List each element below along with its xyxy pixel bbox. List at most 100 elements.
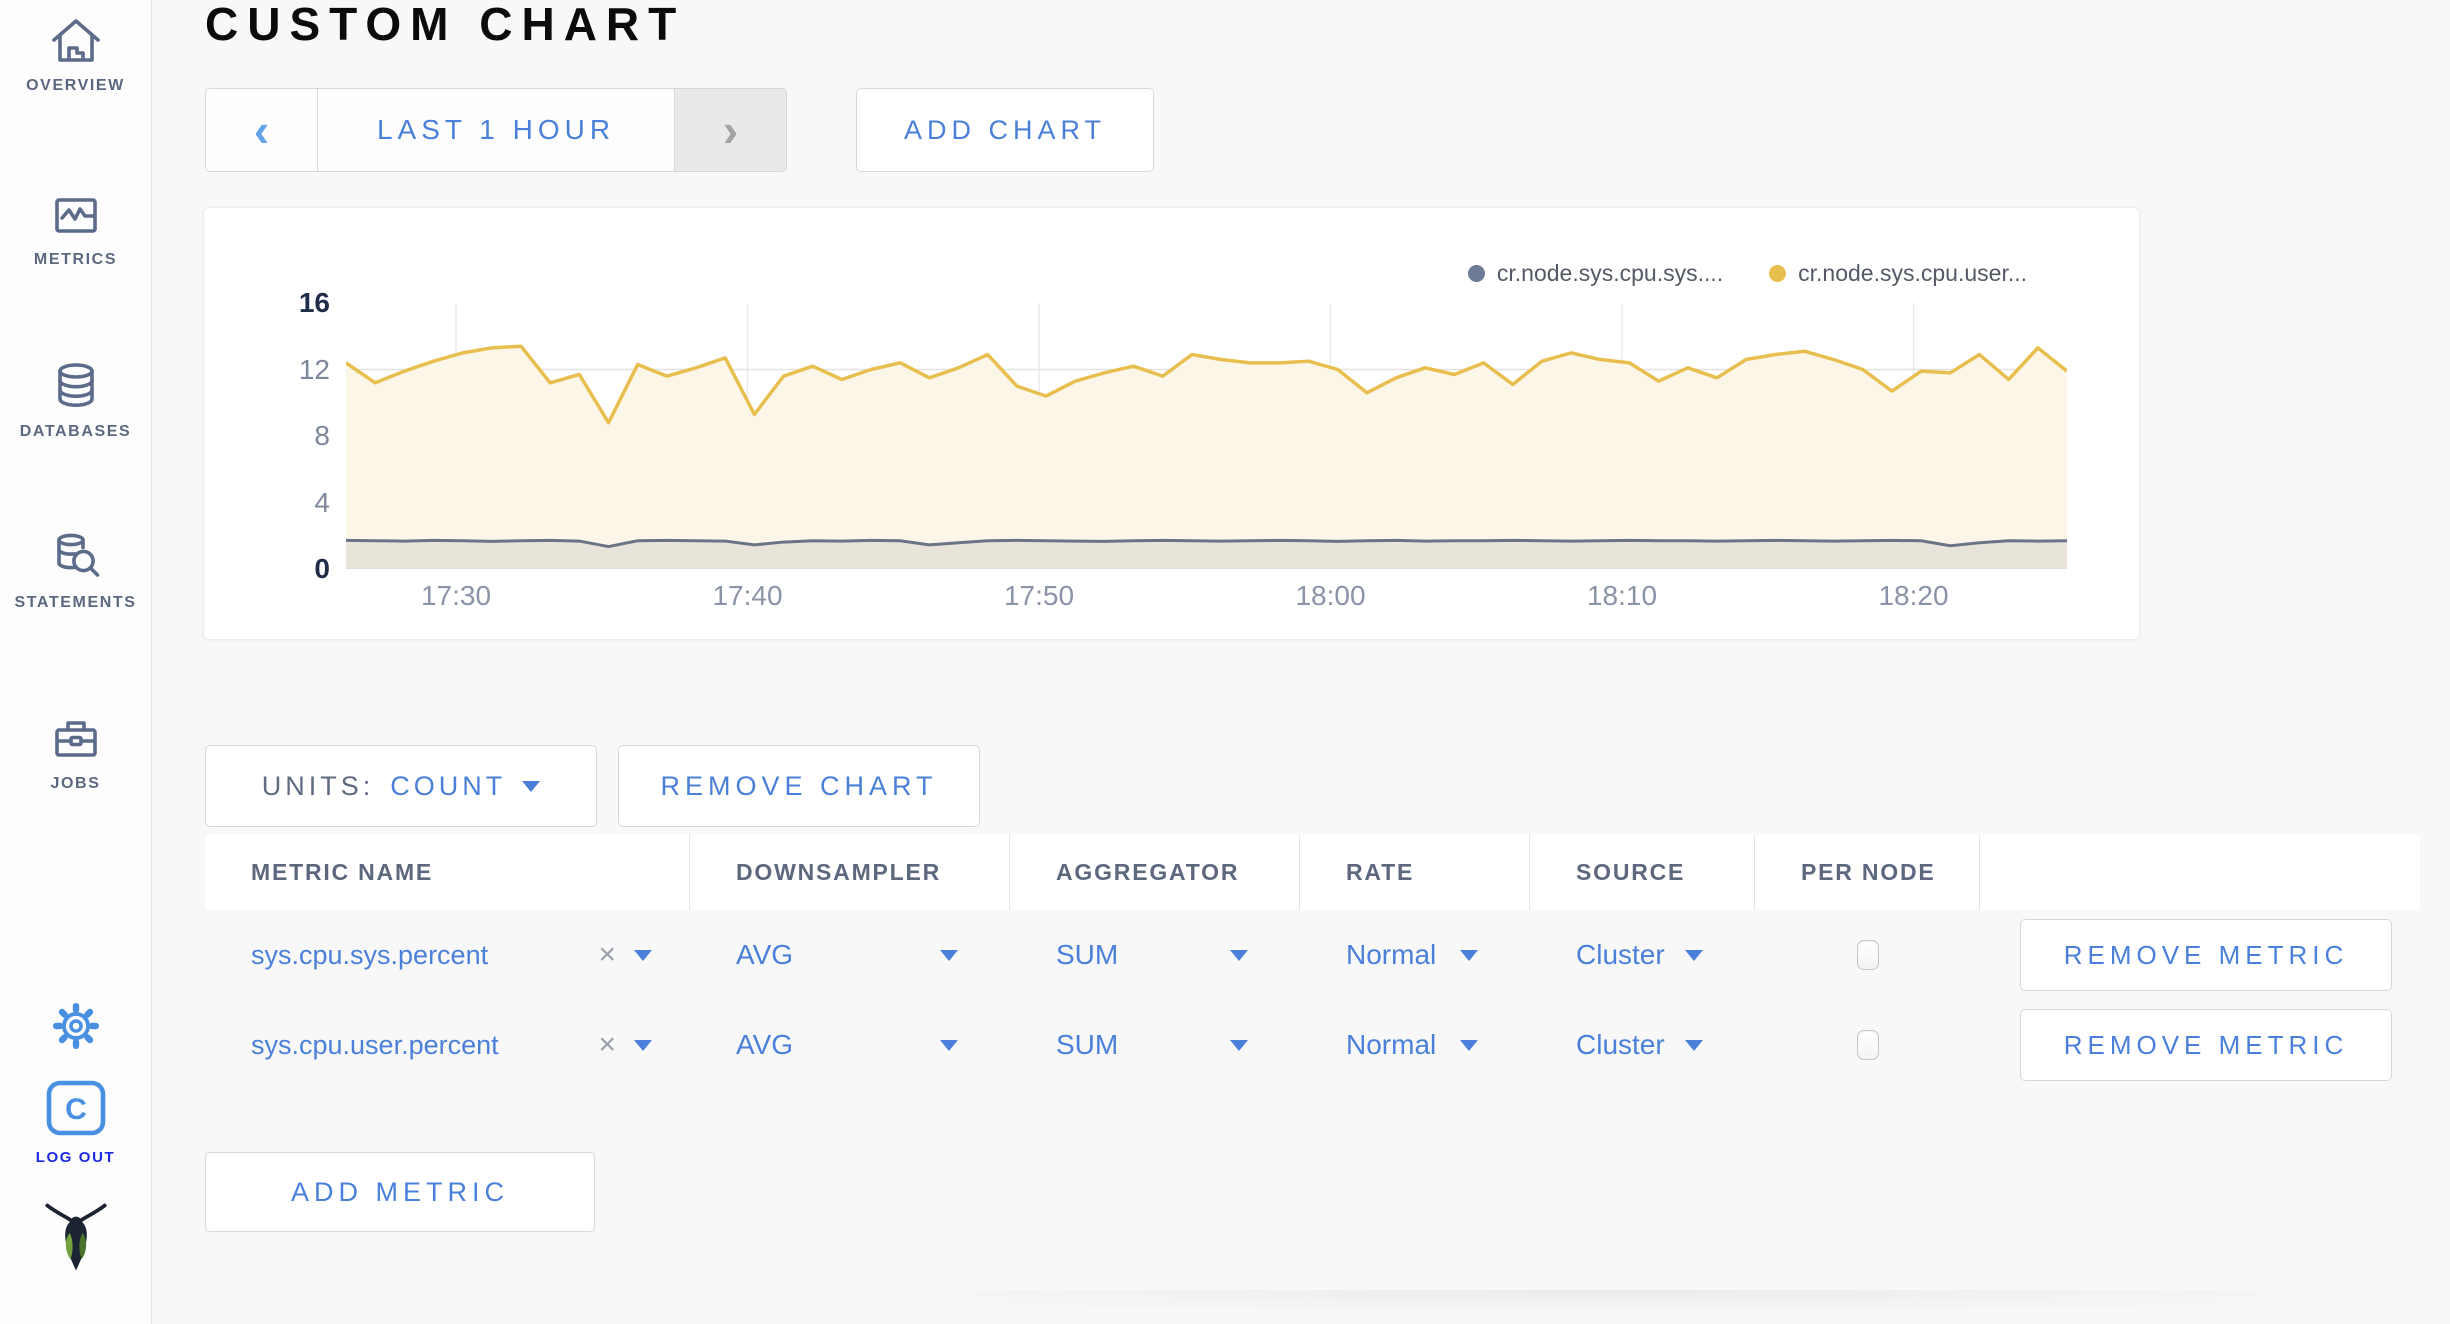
main-content: CUSTOM CHART ‹ LAST 1 HOUR › ADD CHART c… <box>152 0 2450 1324</box>
x-axis-tick: 18:10 <box>1586 580 1658 611</box>
x-axis-tick: 18:20 <box>1878 580 1949 611</box>
table-row: sys.cpu.user.percent × AVG SUM Normal Cl… <box>205 1000 2420 1090</box>
aggregator-select[interactable]: SUM <box>1010 1029 1300 1061</box>
cockroach-logo <box>0 1198 151 1288</box>
metric-name-input[interactable]: sys.cpu.sys.percent <box>251 940 488 971</box>
source-value: Cluster <box>1576 939 1665 970</box>
chevron-down-icon <box>940 949 958 961</box>
time-range-next-button[interactable]: › <box>674 89 786 171</box>
metrics-icon <box>54 198 97 233</box>
aggregator-select[interactable]: SUM <box>1010 939 1300 971</box>
bottom-shadow <box>622 1290 2450 1324</box>
source-select[interactable]: Cluster <box>1530 939 1755 971</box>
chart-card: cr.node.sys.cpu.sys.... cr.node.sys.cpu.… <box>203 207 2140 640</box>
chevron-down-icon <box>1460 949 1478 961</box>
legend-item-user[interactable]: cr.node.sys.cpu.user... <box>1769 260 2027 287</box>
add-chart-button[interactable]: ADD CHART <box>856 88 1154 172</box>
chevron-down-icon <box>1460 1039 1478 1051</box>
downsampler-value: AVG <box>736 939 794 970</box>
legend-label: cr.node.sys.cpu.user... <box>1798 260 2027 286</box>
per-node-checkbox[interactable] <box>1856 940 1879 970</box>
add-metric-button[interactable]: ADD METRIC <box>205 1152 595 1232</box>
sidebar-item-label: METRICS <box>33 251 118 268</box>
cockroach-c-icon: C <box>46 1080 105 1136</box>
clear-metric-icon[interactable]: × <box>598 940 616 970</box>
chevron-right-icon: › <box>722 104 739 156</box>
database-icon <box>57 363 94 408</box>
briefcase-icon <box>54 721 97 757</box>
rate-select[interactable]: Normal <box>1300 939 1530 971</box>
time-range-prev-button[interactable]: ‹ <box>206 89 318 171</box>
sidebar-item-overview[interactable]: OVERVIEW <box>0 12 151 95</box>
col-header-aggregator: AGGREGATOR <box>1010 835 1300 910</box>
remove-chart-button[interactable]: REMOVE CHART <box>618 745 980 827</box>
source-value: Cluster <box>1576 1029 1665 1060</box>
rate-value: Normal <box>1346 1029 1437 1060</box>
chevron-down-icon <box>1230 1039 1248 1051</box>
rate-select[interactable]: Normal <box>1300 1029 1530 1061</box>
sidebar-item-databases[interactable]: DATABASES <box>0 356 151 441</box>
y-axis-tick: 8 <box>314 420 330 451</box>
logout-label: LOG OUT <box>35 1149 116 1166</box>
y-axis-tick: 4 <box>314 486 330 518</box>
sidebar: OVERVIEW METRICS DATABASES STATEMENTS JO… <box>0 0 152 1324</box>
col-header-actions <box>1980 835 2420 910</box>
settings-button[interactable] <box>0 997 151 1055</box>
remove-metric-button[interactable]: REMOVE METRIC <box>2020 919 2392 991</box>
aggregator-value: SUM <box>1056 939 1119 970</box>
chevron-down-icon <box>522 780 541 792</box>
rate-value: Normal <box>1346 939 1437 970</box>
svg-text:C: C <box>65 1093 87 1126</box>
gear-icon <box>52 1002 99 1050</box>
logout-button[interactable]: C LOG OUT <box>0 1078 151 1166</box>
x-axis-tick: 17:40 <box>712 580 783 611</box>
per-node-checkbox[interactable] <box>1856 1030 1879 1060</box>
chevron-down-icon[interactable] <box>634 949 652 961</box>
sidebar-item-metrics[interactable]: METRICS <box>0 186 151 269</box>
metrics-table: METRIC NAME DOWNSAMPLER AGGREGATOR RATE … <box>205 835 2420 1090</box>
metric-name-input[interactable]: sys.cpu.user.percent <box>251 1030 499 1061</box>
downsampler-select[interactable]: AVG <box>690 939 1010 971</box>
cockroach-bug-icon <box>44 1203 107 1271</box>
remove-metric-button[interactable]: REMOVE METRIC <box>2020 1009 2392 1081</box>
units-dropdown[interactable]: UNITS: COUNT <box>205 745 597 827</box>
downsampler-value: AVG <box>736 1029 794 1060</box>
col-header-per-node: PER NODE <box>1755 835 1980 910</box>
legend-dot-user <box>1769 265 1787 282</box>
chevron-down-icon <box>1685 949 1703 961</box>
time-range-label: LAST 1 HOUR <box>376 114 616 145</box>
x-axis-tick: 18:00 <box>1295 580 1366 611</box>
table-row: sys.cpu.sys.percent × AVG SUM Normal Clu… <box>205 910 2420 1000</box>
sidebar-item-label: JOBS <box>50 775 101 792</box>
chevron-down-icon <box>940 1039 958 1051</box>
y-axis-tick: 16 <box>298 287 330 318</box>
chevron-down-icon <box>1230 949 1248 961</box>
col-header-source: SOURCE <box>1530 835 1755 910</box>
legend-item-sys[interactable]: cr.node.sys.cpu.sys.... <box>1467 260 1724 287</box>
col-header-metric-name: METRIC NAME <box>205 835 690 910</box>
chart-legend: cr.node.sys.cpu.sys.... cr.node.sys.cpu.… <box>1467 260 2027 287</box>
col-header-rate: RATE <box>1300 835 1530 910</box>
x-axis-tick: 17:30 <box>420 580 492 611</box>
clear-metric-icon[interactable]: × <box>598 1030 616 1060</box>
legend-dot-sys <box>1467 265 1485 282</box>
page-title: CUSTOM CHART <box>205 0 686 50</box>
sidebar-item-statements[interactable]: STATEMENTS <box>0 527 151 612</box>
statements-icon <box>56 533 99 577</box>
table-header-row: METRIC NAME DOWNSAMPLER AGGREGATOR RATE … <box>205 835 2420 910</box>
units-label: UNITS: <box>261 770 375 801</box>
legend-label: cr.node.sys.cpu.sys.... <box>1496 260 1724 286</box>
sidebar-item-jobs[interactable]: JOBS <box>0 710 151 793</box>
y-axis-tick: 0 <box>314 553 330 584</box>
downsampler-select[interactable]: AVG <box>690 1029 1010 1061</box>
source-select[interactable]: Cluster <box>1530 1029 1755 1061</box>
col-header-downsampler: DOWNSAMPLER <box>690 835 1010 910</box>
aggregator-value: SUM <box>1056 1029 1119 1060</box>
sidebar-item-label: OVERVIEW <box>26 77 125 94</box>
sidebar-item-label: DATABASES <box>19 423 132 440</box>
time-range-selector: ‹ LAST 1 HOUR › <box>205 88 787 172</box>
home-icon <box>51 19 100 62</box>
time-range-dropdown[interactable]: LAST 1 HOUR <box>318 89 674 171</box>
chevron-down-icon[interactable] <box>634 1039 652 1051</box>
sidebar-item-label: STATEMENTS <box>14 594 137 611</box>
